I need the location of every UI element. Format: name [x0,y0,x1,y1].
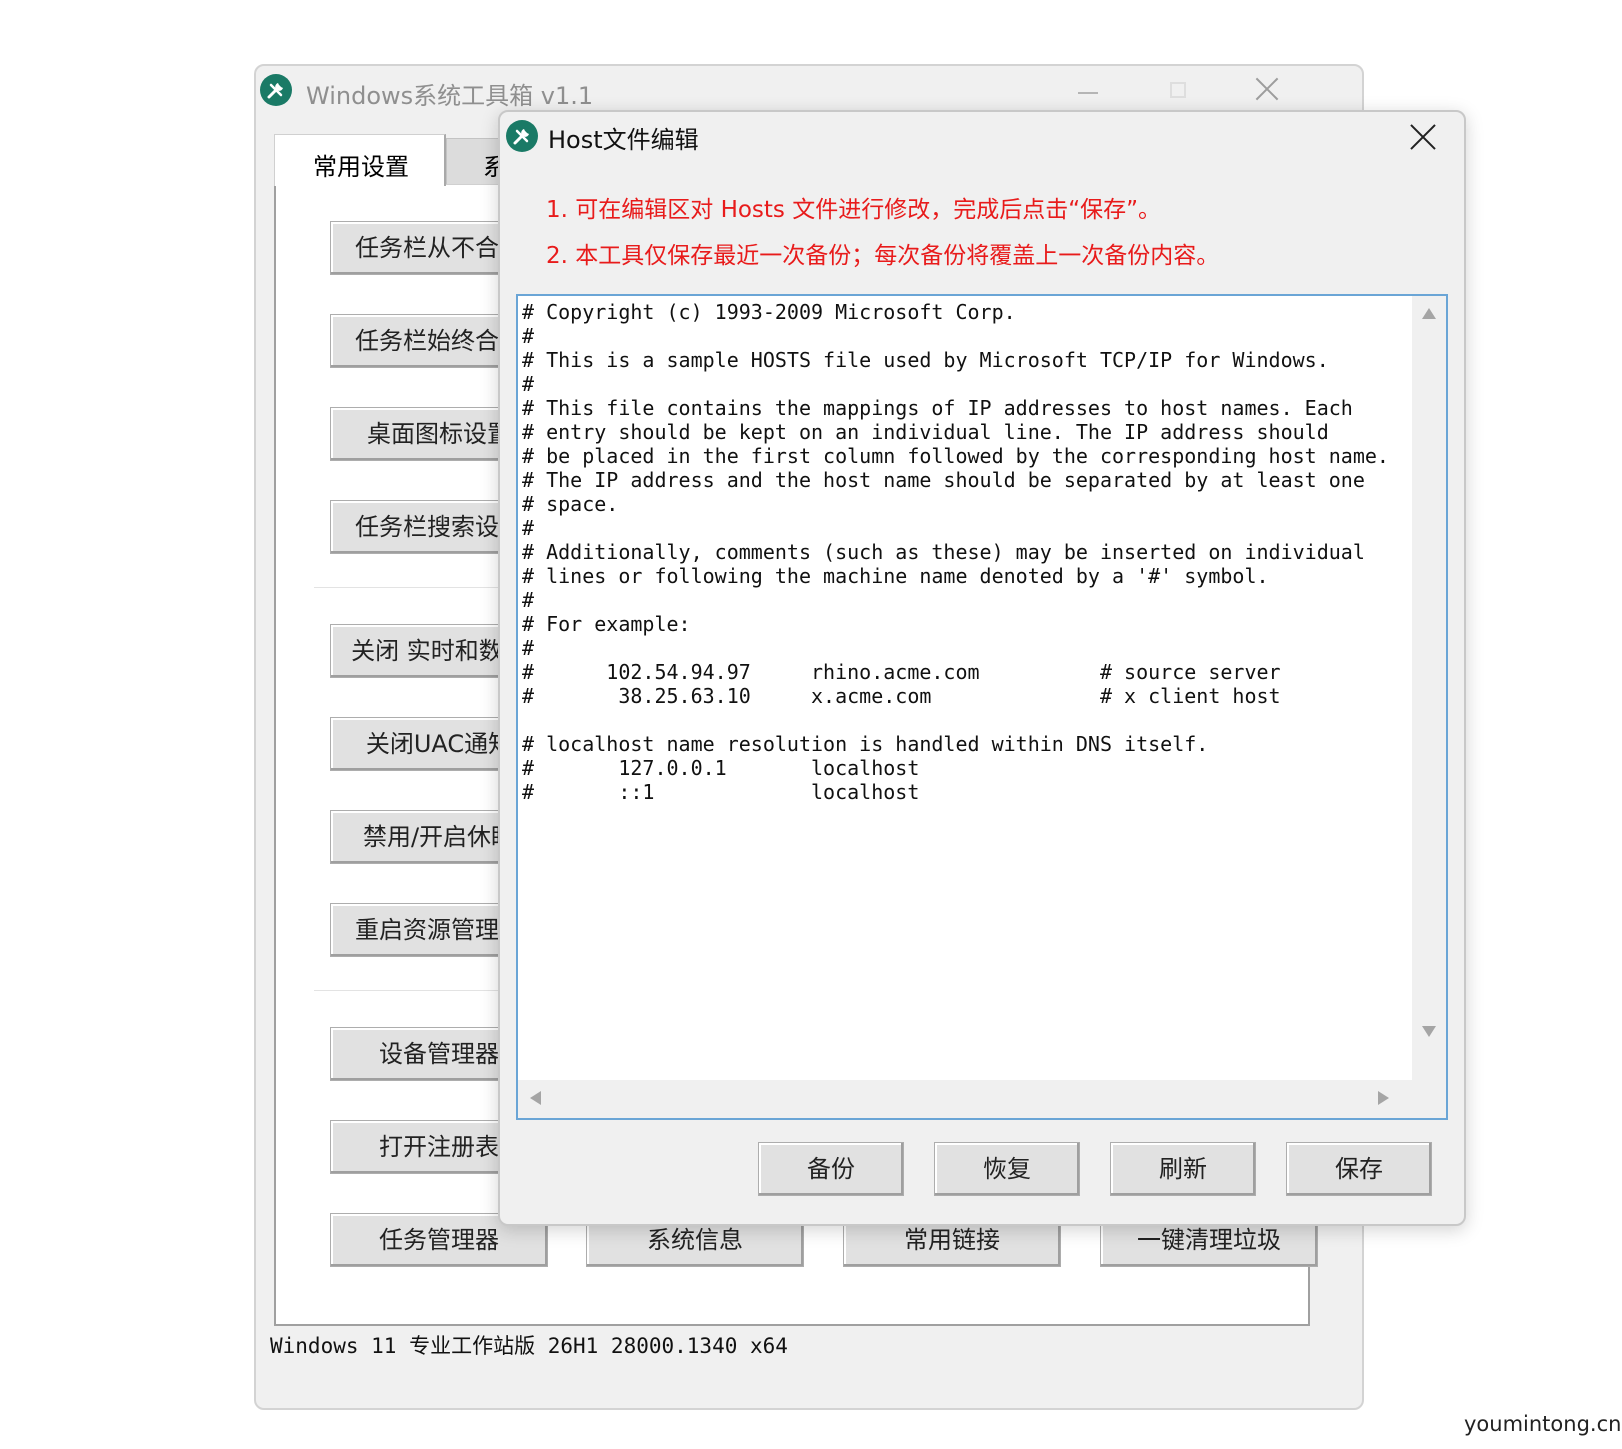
os-version-status: Windows 11 专业工作站版 26H1 28000.1340 x64 [270,1334,788,1358]
scroll-right-arrow-icon[interactable] [1378,1091,1389,1105]
hosts-textarea[interactable]: # Copyright (c) 1993-2009 Microsoft Corp… [522,300,1402,1078]
toolbox-app-icon [506,120,538,152]
host-edit-dialog: Host文件编辑 1. 可在编辑区对 Hosts 文件进行修改，完成后点击“保存… [498,110,1466,1226]
scrollbar-corner [1412,1080,1446,1118]
maximize-button[interactable] [1156,70,1200,110]
vertical-scrollbar[interactable] [1412,296,1446,1082]
hosts-editor[interactable]: # Copyright (c) 1993-2009 Microsoft Corp… [516,294,1448,1120]
scroll-down-arrow-icon[interactable] [1422,1026,1436,1037]
dialog-close-button[interactable] [1408,122,1438,152]
close-icon [1254,76,1280,102]
tab-common-settings[interactable]: 常用设置 [274,134,446,186]
watermark: youmintong.cn [1464,1412,1622,1436]
main-close-button[interactable] [1244,70,1288,110]
main-window-title: Windows系统工具箱 v1.1 [306,82,594,110]
dialog-title: Host文件编辑 [548,126,699,154]
horizontal-scrollbar[interactable] [518,1080,1416,1118]
tab-system[interactable]: 系 [446,138,506,190]
save-button[interactable]: 保存 [1286,1142,1432,1196]
main-titlebar[interactable]: Windows系统工具箱 v1.1 [256,66,1362,116]
scroll-left-arrow-icon[interactable] [530,1091,541,1105]
refresh-button[interactable]: 刷新 [1110,1142,1256,1196]
notice-line-1: 1. 可在编辑区对 Hosts 文件进行修改，完成后点击“保存”。 [546,197,1162,223]
scroll-up-arrow-icon[interactable] [1422,308,1436,319]
notice-line-2: 2. 本工具仅保存最近一次备份；每次备份将覆盖上一次备份内容。 [546,243,1220,269]
toolbox-app-icon [260,74,292,106]
minimize-button[interactable] [1066,70,1110,110]
backup-button[interactable]: 备份 [758,1142,904,1196]
restore-button[interactable]: 恢复 [934,1142,1080,1196]
